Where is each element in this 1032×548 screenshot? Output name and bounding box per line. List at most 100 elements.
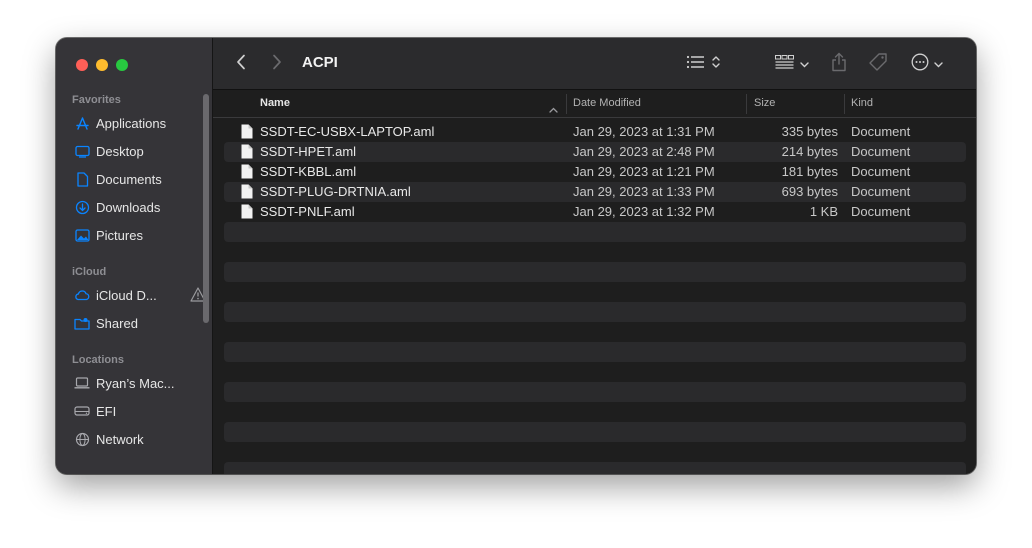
file-name: SSDT-PNLF.aml bbox=[260, 204, 355, 219]
sidebar-item-shared[interactable]: Shared bbox=[74, 312, 206, 334]
sidebar-item-label: Documents bbox=[96, 171, 162, 187]
tag-button[interactable] bbox=[867, 52, 889, 76]
sidebar-item-mac[interactable]: Ryan’s Mac... bbox=[74, 372, 206, 394]
empty-row bbox=[224, 262, 966, 282]
file-row[interactable]: SSDT-KBBL.aml Jan 29, 2023 at 1:21 PM 18… bbox=[224, 162, 966, 182]
file-name: SSDT-PLUG-DRTNIA.aml bbox=[260, 184, 411, 199]
empty-row bbox=[224, 322, 966, 342]
downloads-icon bbox=[74, 199, 90, 215]
traffic-lights bbox=[76, 59, 128, 71]
empty-row bbox=[224, 422, 966, 442]
empty-row bbox=[224, 222, 966, 242]
file-list: SSDT-EC-USBX-LAPTOP.aml Jan 29, 2023 at … bbox=[224, 122, 966, 474]
document-icon bbox=[241, 164, 253, 182]
desktop-icon bbox=[74, 143, 90, 159]
file-name: SSDT-EC-USBX-LAPTOP.aml bbox=[260, 124, 435, 139]
empty-row bbox=[224, 462, 966, 474]
sidebar-item-label: Ryan’s Mac... bbox=[96, 375, 175, 391]
file-size: 214 bytes bbox=[781, 144, 838, 159]
file-name: SSDT-KBBL.aml bbox=[260, 164, 357, 179]
file-date: Jan 29, 2023 at 1:32 PM bbox=[573, 204, 715, 219]
sidebar-item-desktop[interactable]: Desktop bbox=[74, 140, 206, 162]
column-divider[interactable] bbox=[566, 94, 567, 114]
column-header-name[interactable]: Name bbox=[260, 97, 290, 109]
ellipsis-circle-icon bbox=[911, 53, 929, 76]
sidebar-item-label: Applications bbox=[96, 115, 167, 131]
column-header-kind[interactable]: Kind bbox=[851, 97, 873, 109]
tag-icon bbox=[868, 52, 888, 77]
network-icon bbox=[74, 431, 90, 447]
share-button[interactable] bbox=[829, 52, 849, 76]
empty-row bbox=[224, 242, 966, 262]
sidebar-item-network[interactable]: Network bbox=[74, 428, 206, 450]
view-mode-list-button[interactable] bbox=[682, 52, 724, 76]
main-pane: ACPI Name Date Modified Size Kind SSDT-E… bbox=[213, 38, 976, 474]
empty-row bbox=[224, 402, 966, 422]
group-by-button[interactable] bbox=[773, 52, 811, 76]
file-kind: Document bbox=[851, 204, 911, 219]
sidebar-section-locations: Locations bbox=[72, 354, 124, 366]
column-header-date[interactable]: Date Modified bbox=[573, 97, 641, 109]
action-menu-button[interactable] bbox=[909, 52, 945, 76]
sidebar-item-label: Network bbox=[96, 431, 144, 447]
column-header-row: Name Date Modified Size Kind bbox=[213, 90, 976, 118]
up-down-chevron-icon bbox=[712, 55, 720, 74]
grid-icon bbox=[775, 54, 794, 74]
sidebar-item-pictures[interactable]: Pictures bbox=[74, 224, 206, 246]
sidebar-section-icloud: iCloud bbox=[72, 266, 107, 278]
file-row[interactable]: SSDT-PLUG-DRTNIA.aml Jan 29, 2023 at 1:3… bbox=[224, 182, 966, 202]
documents-icon bbox=[74, 171, 90, 187]
chevron-down-icon bbox=[800, 55, 809, 73]
sidebar-item-applications[interactable]: Applications bbox=[74, 112, 206, 134]
empty-row bbox=[224, 442, 966, 462]
applications-icon bbox=[74, 115, 90, 131]
sidebar-item-documents[interactable]: Documents bbox=[74, 168, 206, 190]
file-row[interactable]: SSDT-PNLF.aml Jan 29, 2023 at 1:32 PM 1 … bbox=[224, 202, 966, 222]
forward-button[interactable] bbox=[267, 52, 287, 76]
sidebar-scrollbar[interactable] bbox=[203, 94, 209, 323]
laptop-icon bbox=[74, 375, 90, 391]
file-name: SSDT-HPET.aml bbox=[260, 144, 357, 159]
chevron-down-icon bbox=[934, 55, 943, 73]
sidebar-item-label: EFI bbox=[96, 403, 117, 419]
sidebar-item-icloud-drive[interactable]: iCloud D... bbox=[74, 284, 206, 306]
document-icon bbox=[241, 204, 253, 222]
document-icon bbox=[241, 124, 253, 142]
share-icon bbox=[831, 52, 847, 77]
file-size: 335 bytes bbox=[781, 124, 838, 139]
back-button[interactable] bbox=[231, 52, 251, 76]
sidebar-item-label: Downloads bbox=[96, 199, 161, 215]
file-row[interactable]: SSDT-HPET.aml Jan 29, 2023 at 2:48 PM 21… bbox=[224, 142, 966, 162]
list-view-icon bbox=[686, 55, 706, 74]
chevron-left-icon bbox=[236, 54, 246, 75]
file-size: 181 bytes bbox=[781, 164, 838, 179]
sort-ascending-icon bbox=[549, 100, 558, 118]
zoom-window-button[interactable] bbox=[116, 59, 128, 71]
file-date: Jan 29, 2023 at 1:31 PM bbox=[573, 124, 715, 139]
sidebar-item-efi[interactable]: EFI bbox=[74, 400, 206, 422]
finder-window: Favorites Applications Desktop Documents… bbox=[56, 38, 976, 474]
minimize-window-button[interactable] bbox=[96, 59, 108, 71]
drive-icon bbox=[74, 403, 90, 419]
file-date: Jan 29, 2023 at 1:21 PM bbox=[573, 164, 715, 179]
close-window-button[interactable] bbox=[76, 59, 88, 71]
empty-row bbox=[224, 302, 966, 322]
chevron-right-icon bbox=[272, 54, 282, 75]
file-size: 1 KB bbox=[809, 204, 838, 219]
sidebar-item-label: Desktop bbox=[96, 143, 144, 159]
empty-row bbox=[224, 362, 966, 382]
sidebar-item-label: Shared bbox=[96, 315, 138, 331]
sidebar-item-label: Pictures bbox=[96, 227, 143, 243]
shared-folder-icon bbox=[74, 315, 90, 331]
sidebar-item-downloads[interactable]: Downloads bbox=[74, 196, 206, 218]
empty-row bbox=[224, 282, 966, 302]
column-divider[interactable] bbox=[844, 94, 845, 114]
empty-row bbox=[224, 342, 966, 362]
column-divider[interactable] bbox=[746, 94, 747, 114]
file-row[interactable]: SSDT-EC-USBX-LAPTOP.aml Jan 29, 2023 at … bbox=[224, 122, 966, 142]
column-header-size[interactable]: Size bbox=[754, 97, 775, 109]
file-date: Jan 29, 2023 at 2:48 PM bbox=[573, 144, 715, 159]
cloud-icon bbox=[74, 287, 90, 303]
file-kind: Document bbox=[851, 124, 911, 139]
file-kind: Document bbox=[851, 144, 911, 159]
